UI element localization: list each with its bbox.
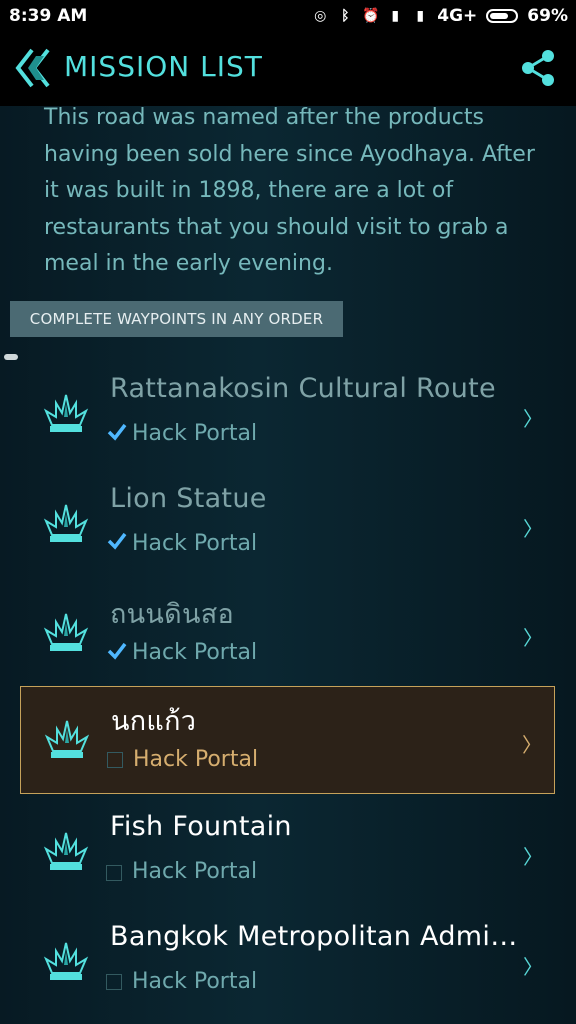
waypoint-task-label: Hack Portal — [133, 746, 259, 772]
waypoint-row[interactable]: Bangkok Metropolitan Admini... Hack Porta… — [20, 909, 555, 1017]
status-icons: ◎ ᛒ ⏰ ▮ ▮ 4G+ 69% — [312, 6, 568, 26]
portal-icon — [43, 832, 89, 870]
waypoint-name: นกแก้ว — [111, 705, 197, 737]
portal-icon — [44, 720, 90, 758]
chevron-right-icon: 〉 — [523, 626, 543, 650]
waypoint-task: Hack Portal — [106, 421, 257, 446]
chevron-right-icon: 〉 — [523, 516, 543, 541]
bluetooth-icon: ᛒ — [341, 8, 350, 24]
portal-icon — [43, 613, 89, 651]
waypoint-name: Fish Fountain — [110, 811, 292, 842]
status-time: 8:39 AM — [9, 6, 88, 26]
order-banner: COMPLETE WAYPOINTS IN ANY ORDER — [10, 301, 343, 337]
portal-icon — [43, 394, 89, 432]
waypoint-task-label: Hack Portal — [132, 859, 258, 884]
checkbox-icon — [106, 974, 122, 990]
waypoint-row[interactable]: Fish Fountain Hack Portal 〉 — [20, 799, 555, 907]
page-title: MISSION LIST — [64, 50, 263, 83]
waypoint-row[interactable]: Lion Statue Hack Portal 〉 — [20, 471, 555, 579]
waypoint-row[interactable]: ถนนดินสอ Hack Portal 〉 — [20, 580, 555, 688]
waypoint-task-label: Hack Portal — [132, 421, 258, 446]
waypoint-task: Hack Portal — [106, 969, 257, 994]
mission-description: This road was named after the products h… — [44, 106, 535, 276]
waypoint-row[interactable]: Rattanakosin Cultural Route Hack Portal 〉 — [20, 361, 555, 469]
mission-content[interactable]: This road was named after the products h… — [0, 106, 576, 1024]
waypoint-task: Hack Portal — [106, 531, 257, 556]
edge-indicator — [4, 354, 18, 360]
checkmark-icon — [107, 532, 127, 550]
chevron-right-icon: 〉 — [523, 407, 543, 431]
checkbox-icon — [106, 864, 122, 881]
signal-icon: ▮ — [391, 8, 400, 24]
waypoint-name: Rattanakosin Cultural Route — [110, 373, 496, 404]
portal-icon — [43, 942, 89, 980]
battery-icon — [486, 9, 519, 23]
waypoint-task-label: Hack Portal — [132, 968, 258, 994]
network-type: 4G+ — [437, 6, 478, 26]
alarm-icon: ⏰ — [362, 8, 380, 24]
checkbox-icon — [107, 752, 123, 768]
hotspot-icon: ◎ — [314, 8, 327, 24]
waypoint-row[interactable]: นกแก้ว Hack Portal 〉 — [20, 685, 555, 794]
waypoint-task: Hack Portal — [106, 640, 257, 665]
chevron-right-icon: 〉 — [523, 954, 543, 979]
checkmark-icon — [107, 423, 127, 441]
share-icon[interactable] — [518, 48, 558, 88]
battery-percent: 69% — [527, 6, 568, 26]
waypoint-task: Hack Portal — [106, 859, 257, 884]
chevron-right-icon: 〉 — [523, 845, 543, 869]
waypoint-task-label: Hack Portal — [132, 530, 258, 556]
chevron-right-icon: 〉 — [522, 732, 542, 757]
waypoint-name: ถนนดินสอ — [110, 599, 235, 630]
status-bar: 8:39 AM ◎ ᛒ ⏰ ▮ ▮ 4G+ 69% — [0, 0, 576, 32]
signal2-icon: ▮ — [416, 8, 425, 24]
waypoint-task-label: Hack Portal — [132, 640, 258, 665]
header: MISSION LIST — [0, 32, 576, 106]
checkmark-icon — [107, 642, 127, 660]
waypoint-name: Bangkok Metropolitan Admini... — [110, 920, 530, 952]
waypoint-task: Hack Portal — [107, 747, 258, 772]
back-icon[interactable] — [14, 46, 54, 90]
waypoint-name: Lion Statue — [110, 482, 267, 514]
portal-icon — [43, 504, 89, 542]
